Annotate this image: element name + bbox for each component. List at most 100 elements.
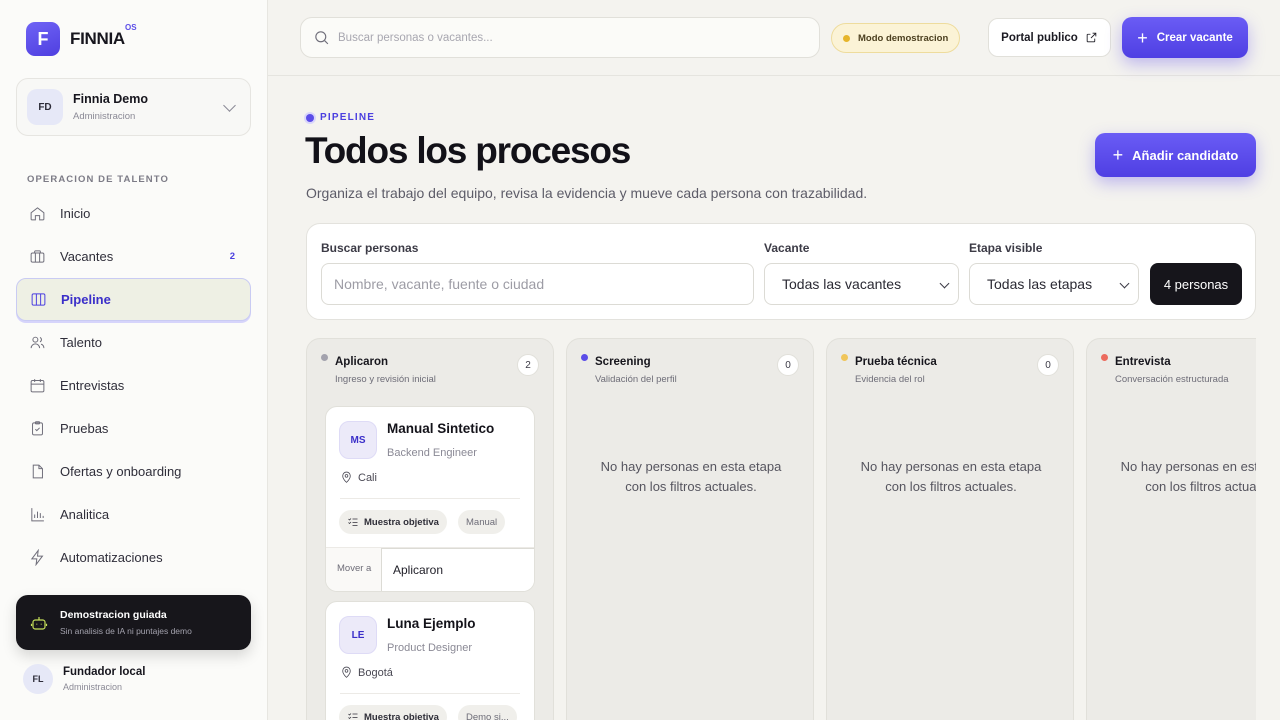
chart-icon — [28, 506, 46, 524]
add-candidate-button[interactable]: + Añadir candidato — [1095, 133, 1256, 177]
users-icon — [28, 334, 46, 352]
file-icon — [28, 463, 46, 481]
column-title: Screening — [595, 356, 651, 368]
brand-suffix: OS — [125, 23, 137, 32]
page-eyebrow: PIPELINE — [306, 112, 375, 123]
avatar: LE — [339, 616, 377, 654]
plus-icon: + — [1137, 27, 1148, 48]
stage-dot — [321, 354, 328, 361]
stage-label: Etapa visible — [969, 241, 1043, 255]
topbar: Modo demostracion Portal publico + Crear… — [268, 0, 1280, 76]
user-role: Administracion — [63, 682, 123, 692]
sample-tag-label: Muestra objetiva — [364, 711, 439, 720]
column-entrevista: Entrevista Conversación estructurada No … — [1086, 338, 1256, 720]
vacancy-select[interactable]: Todas las vacantes — [764, 263, 959, 305]
sidebar-item-label: Analitica — [60, 507, 110, 522]
sidebar-item-pruebas[interactable]: Pruebas — [16, 407, 251, 450]
sample-tag-label: Muestra objetiva — [364, 516, 439, 528]
chevron-down-icon — [939, 278, 950, 289]
column-prueba-tecnica: Prueba técnica Evidencia del rol 0 No ha… — [826, 338, 1074, 720]
stage-select[interactable]: Todas las etapas — [969, 263, 1139, 305]
org-avatar: FD — [27, 89, 63, 125]
org-role: Administracion — [73, 111, 136, 122]
column-subtitle: Conversación estructurada — [1115, 374, 1229, 385]
move-stage-select[interactable]: Aplicaron — [381, 548, 534, 591]
source-tag: Manual — [458, 510, 506, 534]
page-subtitle: Organiza el trabajo del equipo, revisa l… — [306, 185, 868, 201]
user-profile[interactable]: FL Fundador local Administracion — [23, 664, 145, 694]
demo-mode-label: Modo demostracion — [858, 32, 949, 44]
search-people-label: Buscar personas — [321, 241, 419, 255]
sidebar-item-vacantes[interactable]: Vacantes 2 — [16, 235, 251, 278]
stage-dot — [1101, 354, 1108, 361]
filters-panel: Buscar personas Nombre, vacante, fuente … — [306, 223, 1256, 320]
eyebrow-dot — [306, 113, 314, 122]
create-vacancy-button[interactable]: + Crear vacante — [1122, 17, 1248, 58]
location-label: Cali — [358, 471, 377, 484]
candidate-location: Cali — [340, 471, 377, 484]
org-switcher[interactable]: FD Finnia Demo Administracion — [16, 78, 251, 136]
user-name: Fundador local — [63, 666, 146, 678]
chevron-down-icon — [1119, 278, 1130, 289]
status-dot — [843, 34, 850, 42]
pipeline-board: Aplicaron Ingreso y revisión inicial 2 M… — [306, 338, 1256, 720]
robot-icon — [30, 616, 48, 630]
columns-icon — [29, 291, 47, 309]
column-title: Aplicaron — [335, 356, 389, 368]
org-name: Finnia Demo — [73, 92, 149, 106]
column-title: Prueba técnica — [855, 356, 937, 368]
sidebar-item-label: Pipeline — [61, 292, 111, 307]
candidate-card[interactable]: MS Manual Sintetico Backend Engineer Cal… — [325, 406, 535, 592]
source-tag: Demo si... — [458, 705, 517, 720]
sidebar-nav: Inicio Vacantes 2 Pipeline Talento Entre… — [16, 192, 251, 579]
divider — [340, 693, 520, 694]
demo-mode-badge: Modo demostracion — [831, 23, 961, 53]
sidebar-item-ofertas[interactable]: Ofertas y onboarding — [16, 450, 251, 493]
move-label: Mover a — [337, 563, 372, 574]
candidate-role: Product Designer — [387, 642, 472, 654]
sidebar-item-entrevistas[interactable]: Entrevistas — [16, 364, 251, 407]
checklist-icon — [348, 518, 358, 526]
sidebar-item-automatizaciones[interactable]: Automatizaciones — [16, 536, 251, 579]
sidebar-item-label: Inicio — [60, 206, 91, 221]
column-subtitle: Ingreso y revisión inicial — [335, 374, 436, 385]
page-title: Todos los procesos — [305, 130, 631, 171]
sidebar: F FINNIA OS FD Finnia Demo Administracio… — [0, 0, 268, 720]
sample-tag: Muestra objetiva — [339, 705, 447, 720]
candidate-card[interactable]: LE Luna Ejemplo Product Designer Bogotá … — [325, 601, 535, 720]
public-portal-button[interactable]: Portal publico — [988, 18, 1111, 57]
demo-title: Demostracion guiada — [60, 609, 167, 621]
avatar: FL — [23, 664, 53, 694]
column-subtitle: Validación del perfil — [595, 374, 677, 385]
column-count: 0 — [1037, 354, 1059, 376]
briefcase-icon — [28, 248, 46, 266]
map-pin-icon — [342, 471, 351, 483]
demo-subtitle: Sin analisis de IA ni puntajes demo — [60, 626, 192, 636]
guided-demo-card[interactable]: Demostracion guiada Sin analisis de IA n… — [16, 595, 251, 650]
sidebar-item-analitica[interactable]: Analitica — [16, 493, 251, 536]
people-count: 4 personas — [1150, 263, 1242, 305]
sidebar-item-pipeline[interactable]: Pipeline — [16, 278, 251, 321]
search-input[interactable] — [338, 31, 778, 44]
stage-dot — [841, 354, 848, 361]
brand-logo: F — [26, 22, 60, 56]
calendar-icon — [28, 377, 46, 395]
candidate-location: Bogotá — [340, 666, 393, 679]
sidebar-item-inicio[interactable]: Inicio — [16, 192, 251, 235]
vacancy-value: Todas las vacantes — [782, 276, 902, 292]
column-count: 2 — [517, 354, 539, 376]
sidebar-item-label: Talento — [60, 335, 102, 350]
brand[interactable]: F FINNIA OS — [26, 22, 137, 56]
count-badge: 2 — [229, 251, 235, 262]
clipboard-icon — [28, 420, 46, 438]
move-row: Mover a Aplicaron — [326, 547, 534, 591]
checklist-icon — [348, 713, 358, 720]
empty-state: No hay personas en esta etapa con los fi… — [860, 459, 1042, 494]
bolt-icon — [28, 549, 46, 567]
global-search[interactable] — [300, 17, 820, 58]
candidate-role: Backend Engineer — [387, 447, 477, 459]
sidebar-item-talento[interactable]: Talento — [16, 321, 251, 364]
public-portal-label: Portal publico — [1001, 31, 1078, 44]
search-people-input[interactable]: Nombre, vacante, fuente o ciudad — [321, 263, 754, 305]
sample-tag: Muestra objetiva — [339, 510, 447, 534]
